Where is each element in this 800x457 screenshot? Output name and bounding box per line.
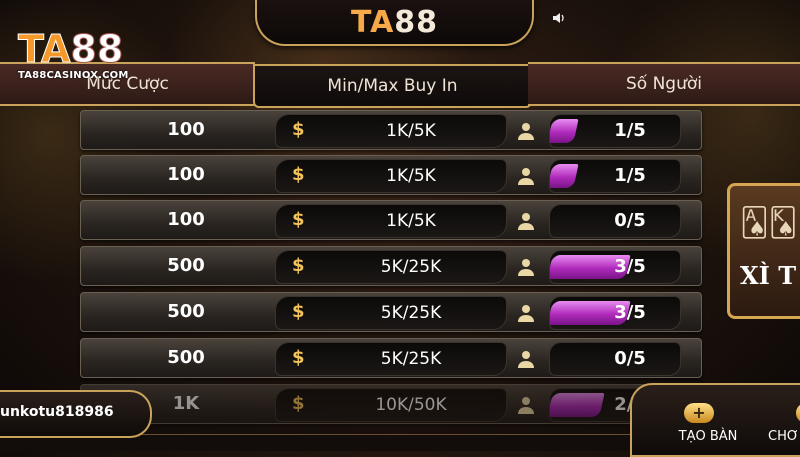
- player-fill-bar: [550, 164, 579, 188]
- buyin-box: $ 1K/5K: [275, 114, 507, 148]
- bet-amount: 500: [167, 301, 205, 322]
- player-fill-bar: [550, 119, 579, 143]
- dollar-icon: $: [292, 347, 305, 368]
- table-row[interactable]: 100 $ 1K/5K 1/5: [80, 110, 702, 150]
- bet-amount: 500: [167, 255, 205, 276]
- person-icon: [517, 303, 535, 323]
- buyin-range: 10K/50K: [375, 395, 447, 415]
- player-count-box: 0/5: [549, 342, 681, 376]
- table-row[interactable]: 500 $ 5K/25K 3/5: [80, 292, 702, 332]
- buyin-range: 1K/5K: [386, 166, 436, 186]
- player-count-box: 3/5: [549, 250, 681, 284]
- buyin-range: 5K/25K: [380, 257, 442, 277]
- buyin-range: 1K/5K: [386, 211, 436, 231]
- user-bar: unkotu818986: [0, 390, 152, 438]
- dollar-icon: $: [292, 164, 305, 185]
- player-count: 3/5: [614, 256, 646, 277]
- person-icon: [517, 349, 535, 369]
- username: unkotu818986: [0, 404, 114, 420]
- player-count-box: 1/5: [549, 159, 681, 193]
- buyin-box: $ 5K/25K: [275, 296, 507, 330]
- game-side-card[interactable]: 🂡🂮 XÌ T: [727, 183, 800, 319]
- top-logo: TA88: [350, 4, 439, 40]
- dollar-icon: $: [292, 119, 305, 140]
- person-icon: [517, 121, 535, 141]
- buyin-range: 1K/5K: [386, 121, 436, 141]
- person-icon: [517, 257, 535, 277]
- table-row[interactable]: 500 $ 5K/25K 3/5: [80, 246, 702, 286]
- bet-amount: 500: [167, 347, 205, 368]
- person-icon: [517, 166, 535, 186]
- dollar-icon: $: [292, 301, 305, 322]
- plus-icon: +: [684, 403, 714, 423]
- table-row[interactable]: 500 $ 5K/25K 0/5: [80, 338, 702, 378]
- buyin-box: $ 1K/5K: [275, 204, 507, 238]
- bet-amount: 100: [167, 209, 205, 230]
- playing-cards-icon: 🂡🂮: [740, 206, 798, 239]
- side-card-label: XÌ T: [740, 261, 797, 290]
- bet-amount: 100: [167, 164, 205, 185]
- buyin-range: 5K/25K: [380, 349, 442, 369]
- create-table-button[interactable]: + TẠO BÀN: [668, 397, 748, 449]
- top-banner: TA88: [255, 0, 534, 46]
- play-icon: [796, 403, 800, 423]
- action-panel: + TẠO BÀN CHƠI: [630, 383, 800, 457]
- buyin-box: $ 1K/5K: [275, 159, 507, 193]
- play-button[interactable]: CHƠI: [760, 397, 800, 449]
- dollar-icon: $: [292, 209, 305, 230]
- corner-logo: TA88 TA88CASINOX.COM: [17, 27, 129, 82]
- player-count: 3/5: [614, 302, 646, 323]
- buyin-box: $ 10K/50K: [275, 388, 507, 422]
- buyin-range: 5K/25K: [380, 303, 442, 323]
- table-row[interactable]: 1K $ 10K/50K 2/5: [80, 384, 702, 424]
- dollar-icon: $: [292, 393, 305, 414]
- table-row[interactable]: 100 $ 1K/5K 0/5: [80, 200, 702, 240]
- player-count: 1/5: [614, 165, 646, 186]
- player-count-box: 3/5: [549, 296, 681, 330]
- header-players: Số Người: [528, 62, 800, 106]
- player-count-box: 1/5: [549, 114, 681, 148]
- header-buyin: Min/Max Buy In: [253, 64, 532, 108]
- table-row[interactable]: 100 $ 1K/5K 1/5: [80, 155, 702, 195]
- player-count-box: 0/5: [549, 204, 681, 238]
- person-icon: [517, 395, 535, 415]
- speaker-icon[interactable]: [551, 10, 567, 26]
- player-count: 0/5: [614, 348, 646, 369]
- dollar-icon: $: [292, 255, 305, 276]
- player-count: 0/5: [614, 210, 646, 231]
- buyin-box: $ 5K/25K: [275, 250, 507, 284]
- player-count: 1/5: [614, 120, 646, 141]
- bet-amount: 100: [167, 119, 205, 140]
- person-icon: [517, 211, 535, 231]
- buyin-box: $ 5K/25K: [275, 342, 507, 376]
